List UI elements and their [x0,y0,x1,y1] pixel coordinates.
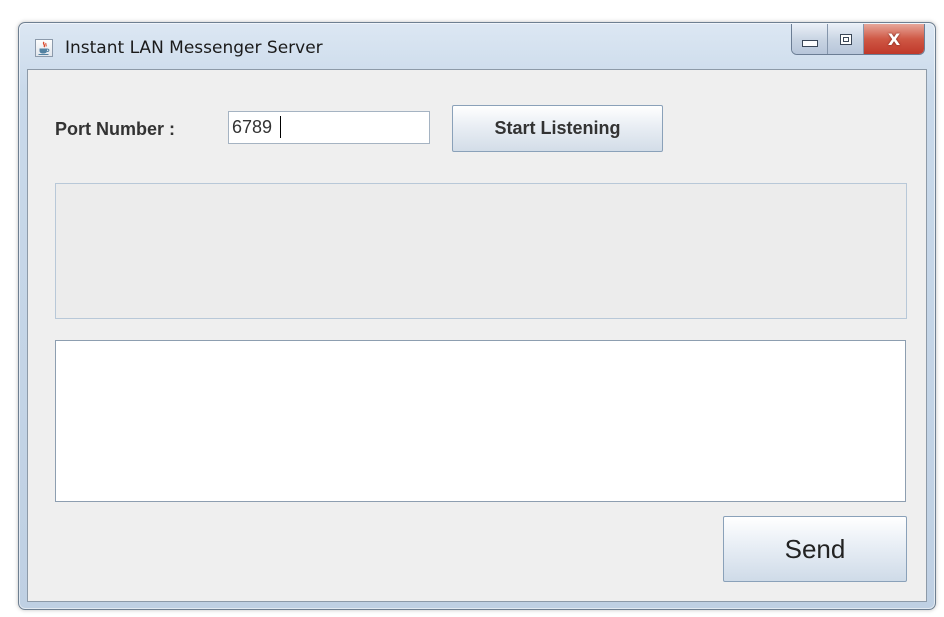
maximize-icon [839,33,852,45]
minimize-icon [801,39,818,47]
send-button[interactable]: Send [723,516,907,582]
port-number-input[interactable] [228,111,430,144]
window-title: Instant LAN Messenger Server [65,38,323,58]
text-caret [280,116,281,138]
close-button[interactable]: X [864,24,924,54]
server-log-area [55,183,907,319]
close-icon: X [887,29,901,49]
title-bar[interactable]: Instant LAN Messenger Server X [19,23,935,69]
java-cup-icon [35,39,53,57]
port-number-label: Port Number : [55,119,176,139]
start-listening-button[interactable]: Start Listening [452,105,663,152]
maximize-button[interactable] [828,24,864,54]
minimize-button[interactable] [792,24,828,54]
content-panel: Port Number : Start Listening Send [27,69,927,602]
server-window: Instant LAN Messenger Server X Port Numb… [18,22,936,610]
window-controls: X [791,24,925,55]
message-input[interactable] [55,340,906,502]
